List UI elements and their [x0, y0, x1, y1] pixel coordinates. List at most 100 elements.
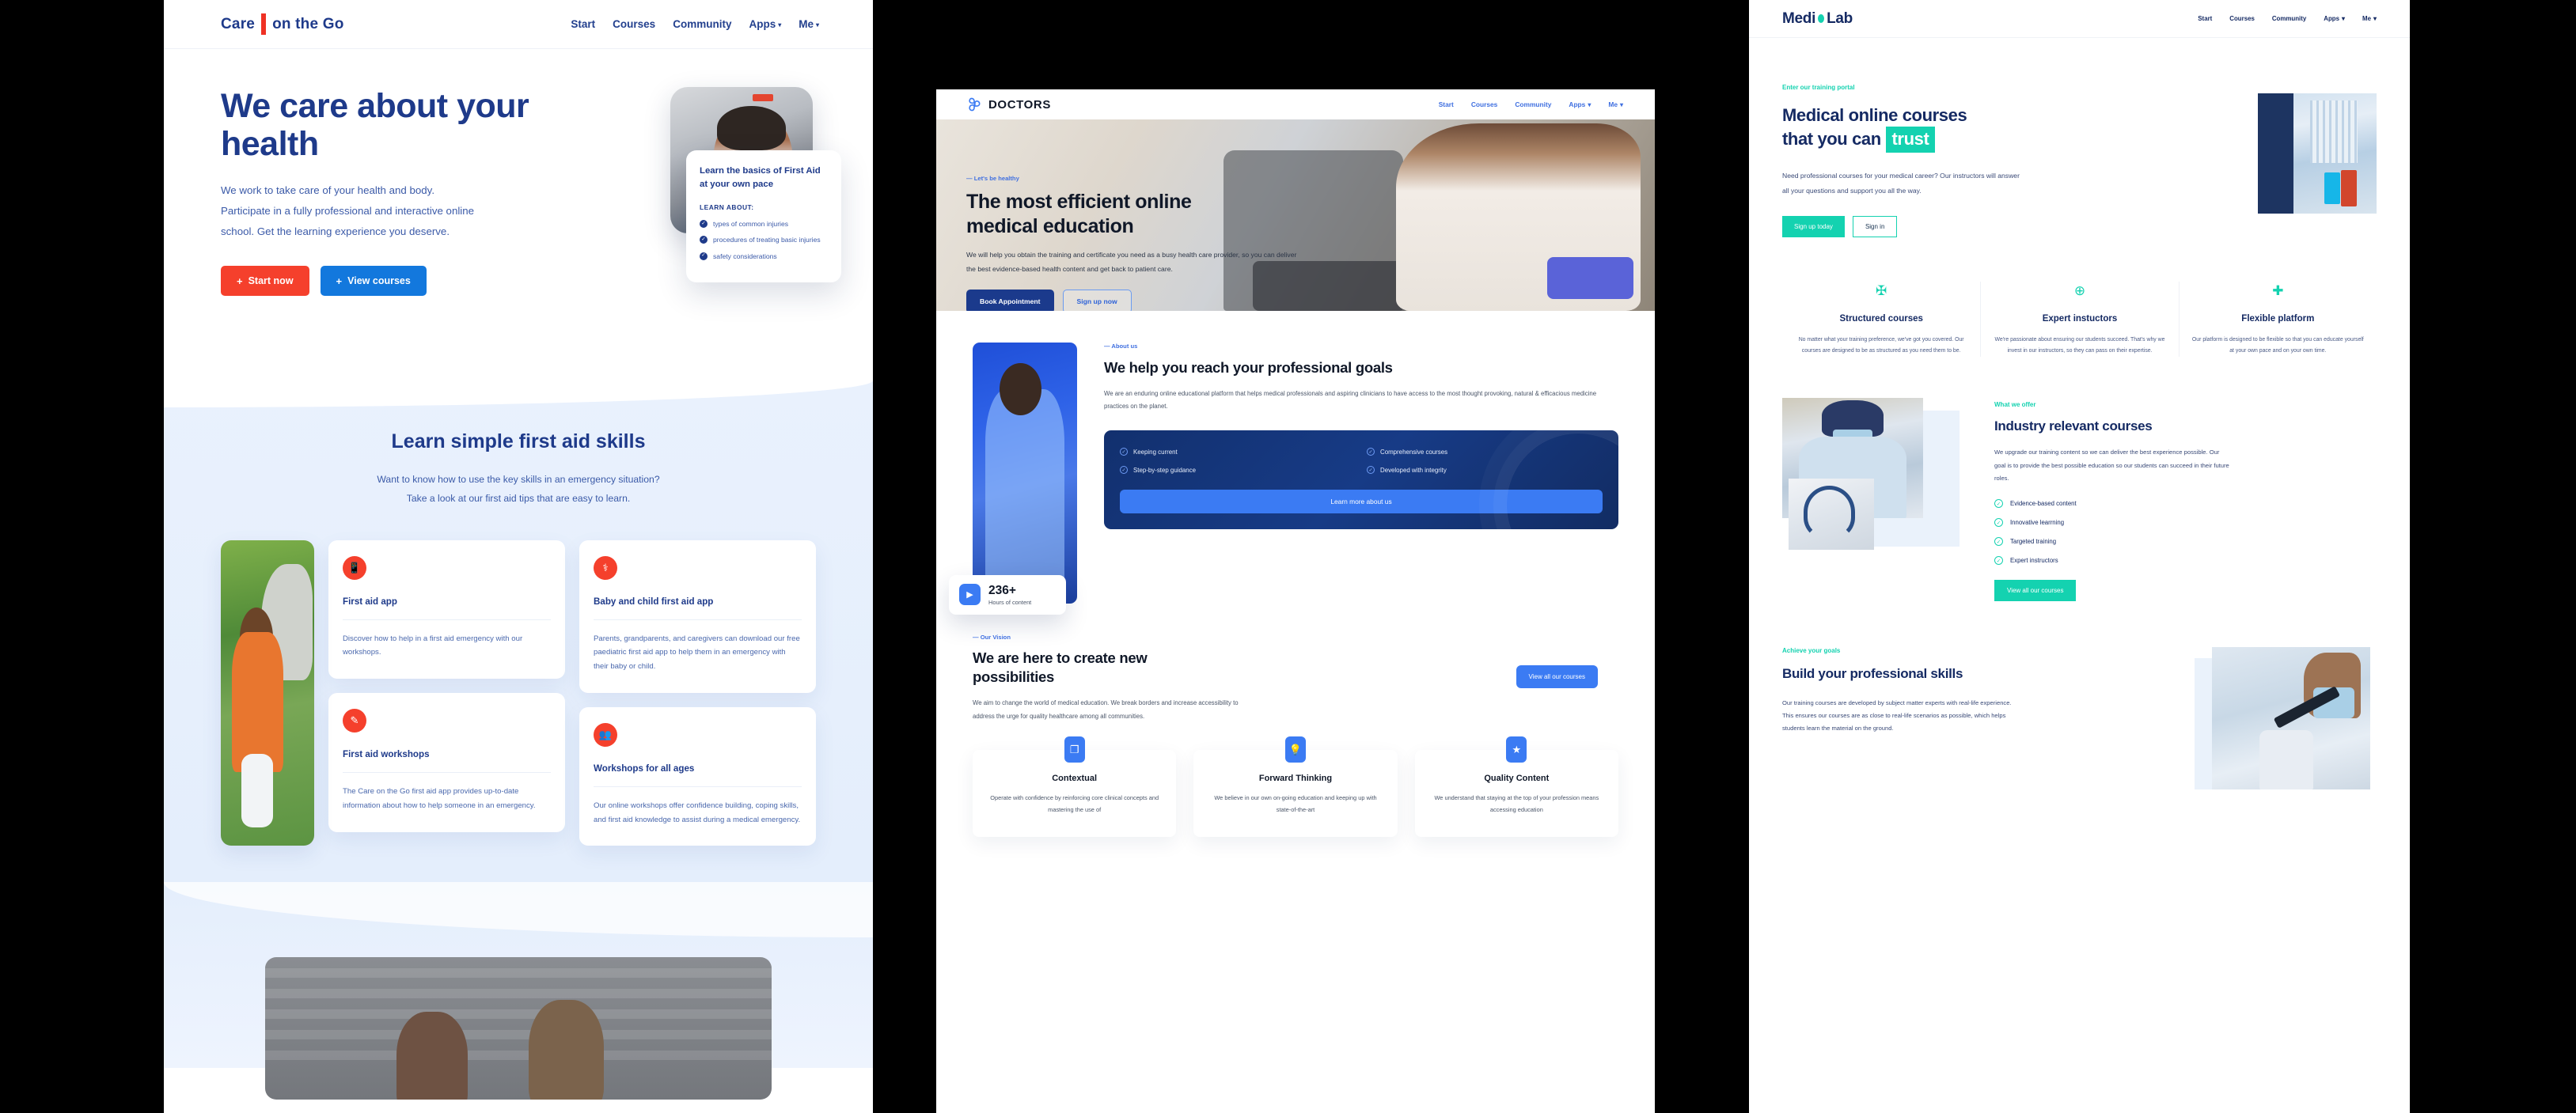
nav-item-me[interactable]: Me ▾ — [1608, 100, 1623, 108]
medical-book-icon: ✠ — [1876, 283, 1887, 298]
nav-item-community[interactable]: Community — [2272, 15, 2306, 22]
nav-item-courses[interactable]: Courses — [613, 18, 655, 30]
industry-kicker: What we offer — [1994, 401, 2036, 409]
sign-up-now-button[interactable]: Sign up now — [1062, 290, 1132, 311]
view-all-our-courses-button[interactable]: View all our courses — [1516, 665, 1598, 688]
sign-in-button[interactable]: Sign in — [1852, 215, 1898, 237]
skill-card-title: Baby and child first aid app — [594, 596, 802, 620]
nav-item-apps[interactable]: Apps ▾ — [749, 18, 781, 30]
lab-photo — [2212, 647, 2370, 790]
medilab-logo-right: Lab — [1827, 9, 1853, 27]
check-circle-icon: ✓ — [1994, 556, 2003, 566]
start-now-button[interactable]: + Start now — [221, 266, 309, 297]
feature-body: We're passionate about ensuring our stud… — [1994, 337, 2165, 354]
skills-grid: 📱 First aid app Discover how to help in … — [221, 539, 816, 846]
check-circle-icon: ✓ — [1367, 466, 1375, 475]
nav-item-apps[interactable]: Apps ▾ — [1569, 100, 1591, 108]
list-item: ✓ Keeping current — [1120, 448, 1356, 456]
doctors-about-section: ▶ 236+ Hours of content — About us We he… — [936, 311, 1655, 615]
industry-paragraph: We upgrade our training content so we ca… — [1994, 449, 2229, 482]
medilab-hero-title: Medical online courses that you can trus… — [1782, 104, 2051, 153]
care-bottom-section — [164, 882, 873, 1100]
sign-up-today-button[interactable]: Sign up today — [1782, 215, 1845, 237]
doctors-nav-links: Start Courses Community Apps ▾ Me ▾ — [1439, 100, 1623, 108]
medilab-build-section: Achieve your goals Build your profession… — [1749, 647, 2410, 790]
vision-card-contextual[interactable]: ❐ Contextual Operate with confidence by … — [973, 736, 1177, 838]
doctors-vision-section: — Our Vision We are here to create new p… — [936, 604, 1655, 838]
care-logo-right: on the Go — [272, 15, 344, 32]
start-now-label: Start now — [248, 275, 294, 287]
hero-title-highlight: trust — [1885, 127, 1936, 153]
feature-structured-courses: ✠ Structured courses No matter what your… — [1782, 282, 1980, 357]
nav-item-start[interactable]: Start — [1439, 100, 1454, 108]
view-courses-button[interactable]: + View courses — [320, 266, 427, 297]
care-bottom-photo — [265, 957, 772, 1100]
book-appointment-button[interactable]: Book Appointment — [966, 290, 1054, 311]
paramedic-hair — [717, 106, 786, 150]
medilab-logo[interactable]: Medi Lab — [1782, 10, 1853, 28]
doctors-about-text: — About us We help you reach your profes… — [1104, 343, 1618, 604]
nav-item-apps[interactable]: Apps ▾ — [2324, 15, 2345, 22]
list-item: ✓ Targeted training — [1994, 537, 2377, 547]
skill-card-title: First aid workshops — [343, 749, 551, 774]
vision-paragraph: We aim to change the world of medical ed… — [973, 699, 1239, 720]
nav-item-courses[interactable]: Courses — [1471, 100, 1498, 108]
chevron-down-icon: ▾ — [815, 21, 819, 28]
skill-card-title: Workshops for all ages — [594, 763, 802, 787]
chevron-down-icon: ▾ — [1619, 101, 1623, 109]
build-text: Achieve your goals Build your profession… — [1782, 647, 2171, 789]
microscope-stand — [2259, 729, 2313, 790]
nav-item-courses[interactable]: Courses — [2229, 15, 2255, 22]
industry-list: ✓ Evidence-based content ✓ Innovative lear… — [1994, 499, 2377, 566]
nav-item-community[interactable]: Community — [1515, 100, 1551, 108]
person-right — [528, 1000, 604, 1100]
feature-title: Flexible platform — [2241, 314, 2315, 324]
nav-item-start[interactable]: Start — [2198, 15, 2212, 22]
vision-cards: ❐ Contextual Operate with confidence by … — [973, 736, 1618, 838]
doctors-logo[interactable]: DOCTORS — [966, 97, 1051, 112]
doctors-hero-section: — Let's be healthy The most efficient on… — [936, 119, 1655, 311]
medilab-navbar: Medi Lab Start Courses Community Apps ▾ M… — [1749, 0, 2410, 38]
chevron-down-icon: ▾ — [2342, 15, 2346, 23]
list-item: ✓ Comprehensive courses — [1367, 448, 1603, 456]
lightbulb-icon: 💡 — [1284, 736, 1306, 763]
learn-more-about-us-button[interactable]: Learn more about us — [1120, 490, 1603, 514]
build-paragraph: Our training courses are developed by su… — [1782, 698, 2012, 733]
care-logo[interactable]: Care on the Go — [221, 13, 344, 35]
nav-item-start[interactable]: Start — [571, 18, 595, 30]
hand-care-icon: ✚ — [2272, 283, 2284, 298]
test-tubes — [2310, 100, 2358, 164]
skill-card-body: The Care on the Go first aid app provide… — [343, 787, 536, 810]
stethoscope-photo — [1789, 479, 1874, 551]
about-feature-list: ✓ Keeping current ✓ Comprehensive courses … — [1120, 448, 1603, 475]
doctors-navbar: DOCTORS Start Courses Community Apps ▾ Me… — [936, 89, 1655, 119]
first-aid-info-card: Learn the basics of First Aid at your ow… — [686, 150, 841, 282]
vision-card-title: Forward Thinking — [1258, 774, 1333, 784]
skill-card-first-aid-app[interactable]: 📱 First aid app Discover how to help in … — [328, 539, 565, 680]
vision-card-forward-thinking[interactable]: 💡 Forward Thinking We believe in our own… — [1193, 736, 1398, 838]
lab-coat — [984, 389, 1065, 593]
books-icon: ❐ — [1064, 736, 1085, 763]
screenshot-stage: Care on the Go Start Courses Community A… — [0, 0, 2576, 1113]
check-circle-icon: ✓ — [1367, 448, 1375, 456]
skill-card-workshops-all-ages[interactable]: 👥 Workshops for all ages Our online work… — [579, 706, 816, 846]
medilab-features-section: ✠ Structured courses No matter what your… — [1749, 259, 2410, 358]
view-all-our-courses-button[interactable]: View all our courses — [1994, 580, 2077, 602]
nav-item-me[interactable]: Me ▾ — [799, 18, 819, 30]
vision-card-body: We believe in our own on-going education… — [1214, 794, 1377, 813]
medilab-hero-section: Enter our training portal Medical online… — [1749, 38, 2410, 259]
doctors-hero-kicker: — Let's be healthy — [966, 175, 1019, 182]
nav-item-community[interactable]: Community — [673, 18, 731, 30]
medilab-hero-image — [2258, 93, 2377, 214]
vision-card-quality-content[interactable]: ★ Quality Content We understand that sta… — [1414, 736, 1618, 838]
skill-card-baby-child-app[interactable]: ⚕ Baby and child first aid app Parents, … — [579, 539, 816, 693]
skill-card-first-aid-workshops[interactable]: ✎ First aid workshops The Care on the Go… — [328, 693, 565, 832]
learn-about-list: ✓ types of common injuries ✓ procedures of… — [700, 218, 828, 262]
orange-bottle — [2341, 170, 2357, 206]
check-icon: ✓ — [700, 236, 708, 244]
care-nav-links: Start Courses Community Apps ▾ Me ▾ — [571, 18, 819, 30]
star-icon: ★ — [1506, 736, 1527, 763]
skills-photo — [221, 539, 314, 846]
child-leg — [241, 754, 274, 828]
nav-item-me[interactable]: Me ▾ — [2362, 15, 2377, 22]
